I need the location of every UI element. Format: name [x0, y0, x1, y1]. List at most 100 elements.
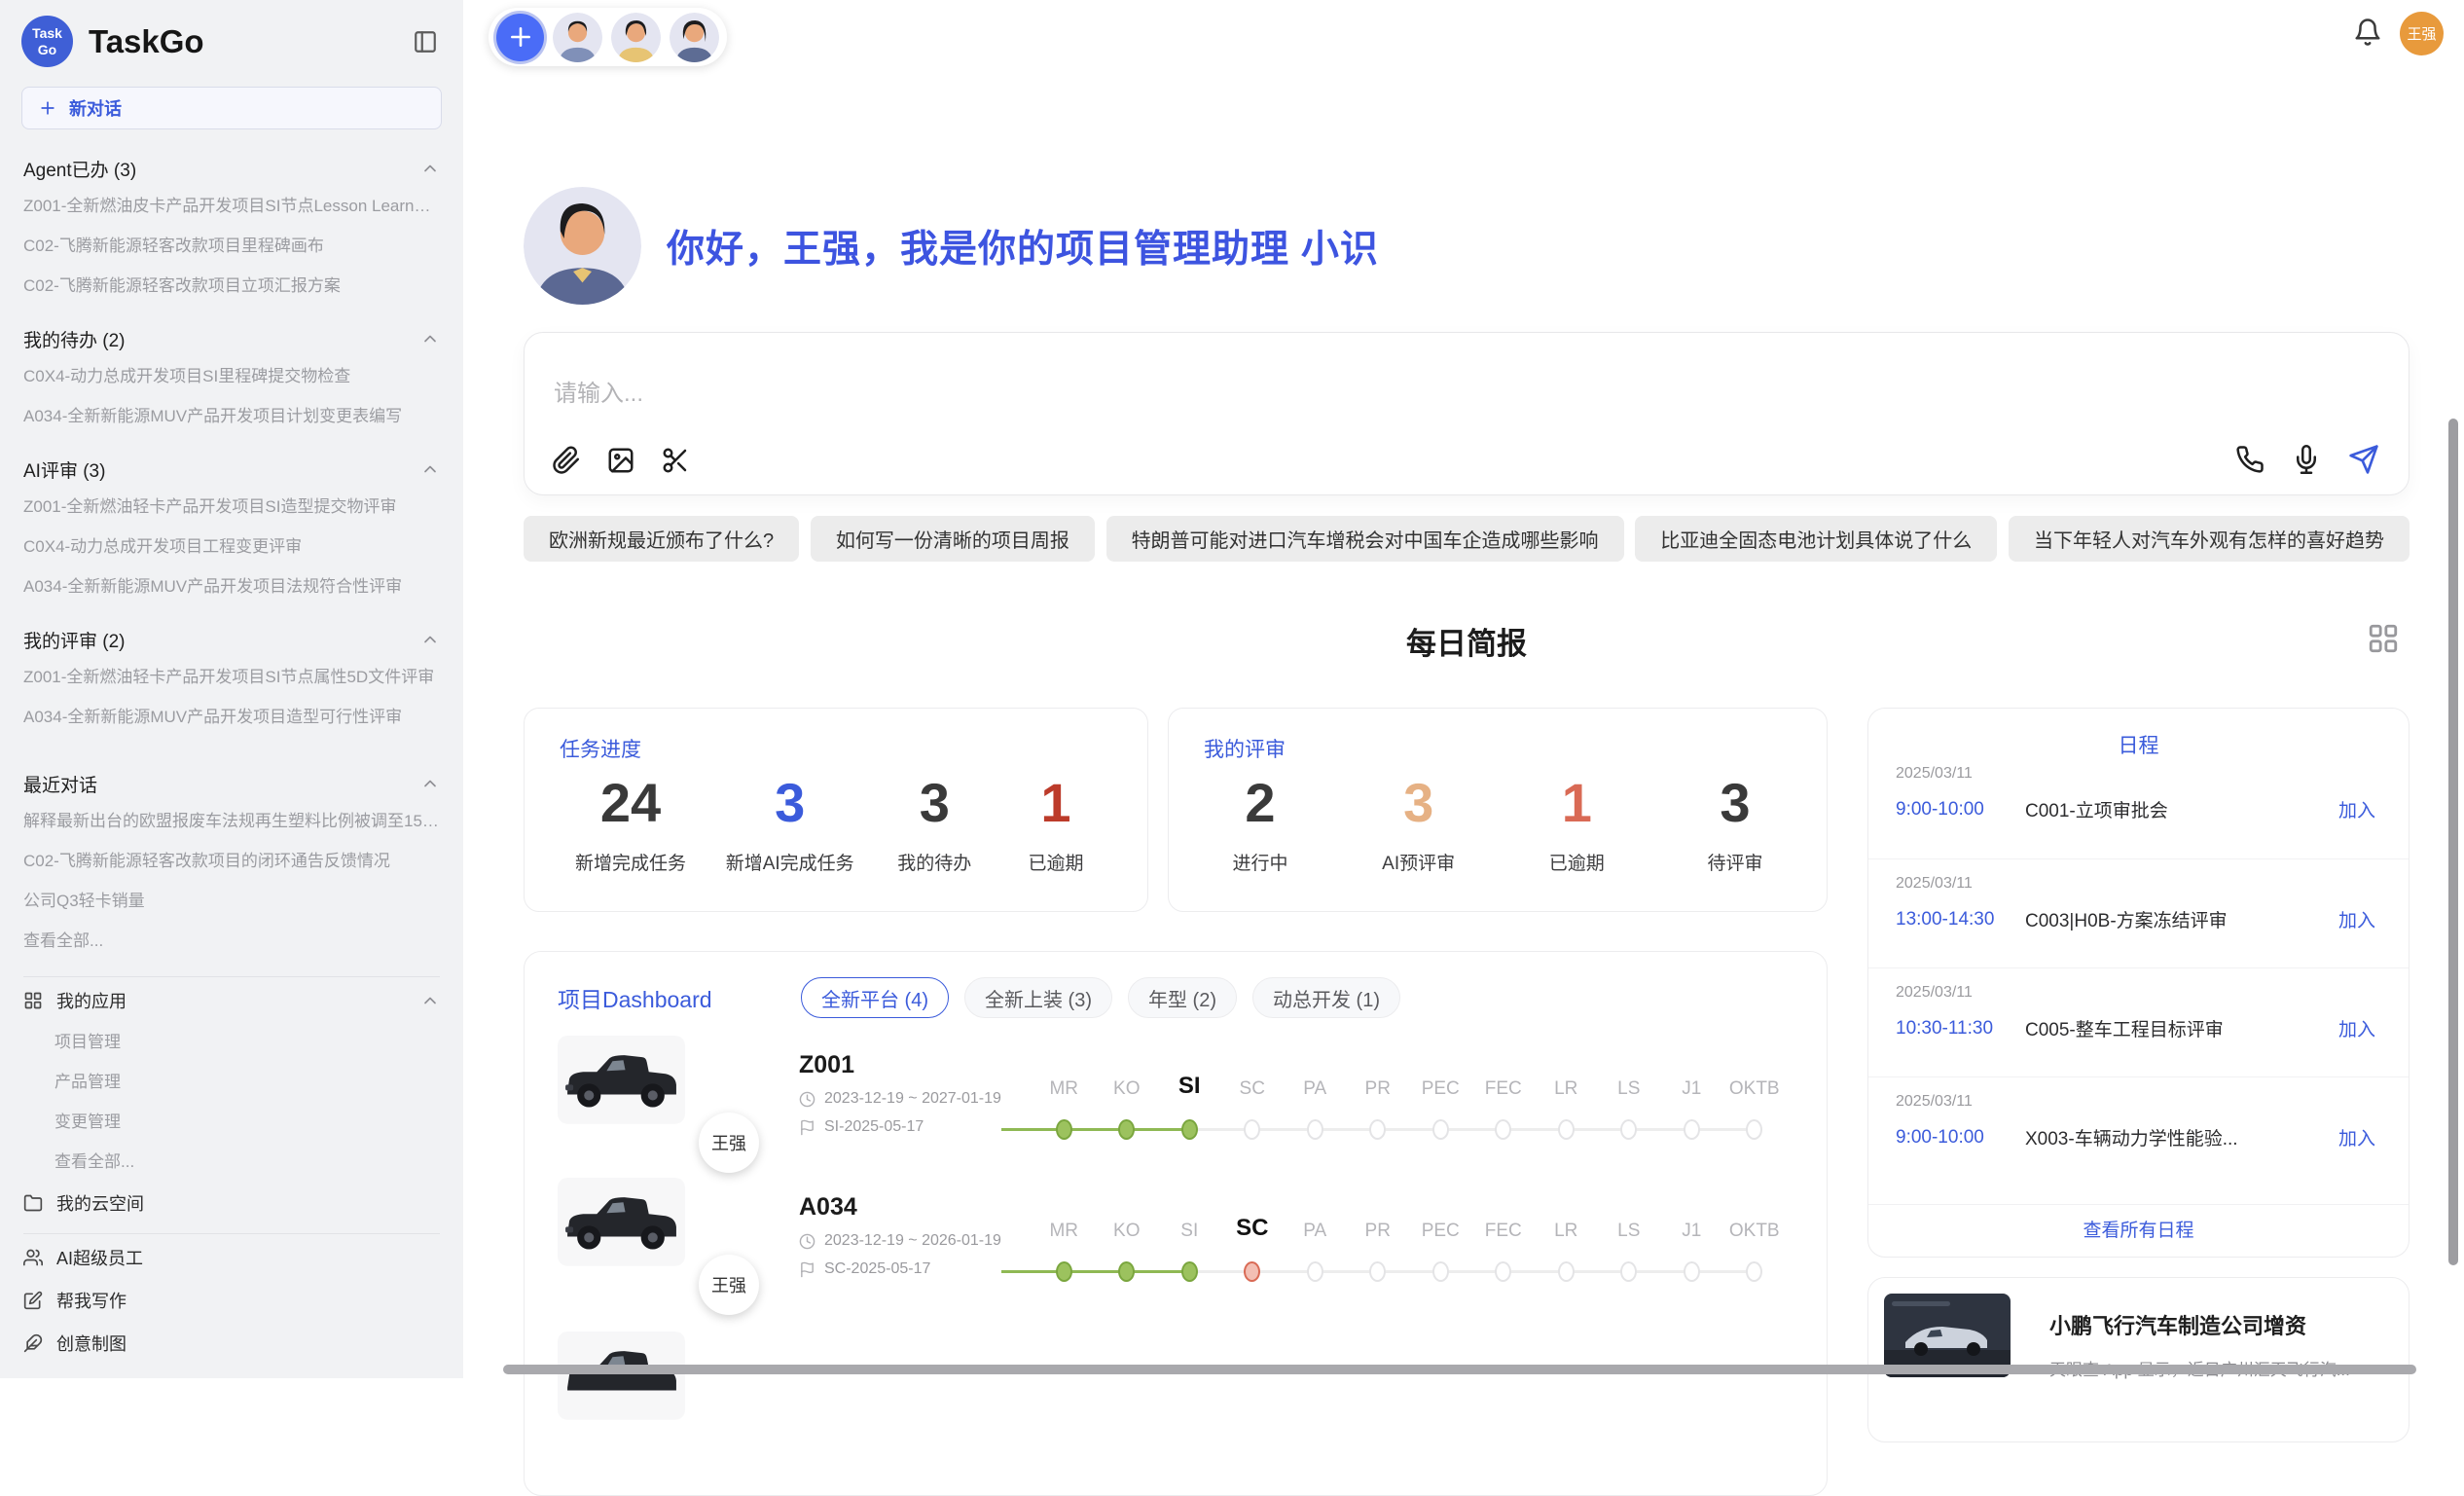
milestone-step[interactable]: PR	[1347, 1178, 1410, 1282]
join-link[interactable]: 加入	[2333, 905, 2381, 933]
sidebar-task-item[interactable]: Z001-全新燃油轻卡产品开发项目SI节点属性5D文件评审	[23, 657, 440, 697]
stat-column[interactable]: 3 新增AI完成任务	[726, 765, 854, 875]
milestone-step[interactable]: LR	[1535, 1036, 1598, 1140]
milestone-step[interactable]: MR	[1033, 1178, 1096, 1282]
session-avatar-1[interactable]	[553, 13, 602, 62]
stat-column[interactable]: 3 我的待办	[893, 765, 975, 875]
milestone-step[interactable]: PEC	[1409, 1178, 1472, 1282]
new-session-button[interactable]	[496, 14, 544, 61]
app-item[interactable]: 变更管理	[23, 1102, 440, 1142]
sidebar-task-item[interactable]: A034-全新新能源MUV产品开发项目法规符合性评审	[23, 566, 440, 606]
recent-chat-item[interactable]: 公司Q3轻卡销量	[23, 881, 440, 921]
milestone-step[interactable]: J1	[1660, 1036, 1723, 1140]
sidebar-task-item[interactable]: Z001-全新燃油轻卡产品开发项目SI造型提交物评审	[23, 487, 440, 527]
notifications-button[interactable]	[2347, 17, 2388, 48]
stat-column[interactable]: 1 已逾期	[1536, 765, 1617, 875]
milestone-step[interactable]: FEC	[1472, 1036, 1536, 1140]
suggestion-chip[interactable]: 当下年轻人对汽车外观有怎样的喜好趋势	[2009, 516, 2410, 562]
milestone-step[interactable]: PEC	[1409, 1036, 1472, 1140]
join-link[interactable]: 加入	[2333, 1123, 2381, 1151]
vertical-scrollbar[interactable]	[2448, 419, 2458, 1265]
snippet-button[interactable]	[661, 446, 690, 475]
app-item[interactable]: 产品管理	[23, 1062, 440, 1102]
project-row[interactable]: 王强 A034 2023-12-19 ~ 2026-01-19 SC-2025-…	[558, 1178, 1794, 1304]
milestone-step[interactable]: MR	[1033, 1036, 1096, 1140]
voice-call-button[interactable]	[2235, 445, 2265, 474]
milestone-step[interactable]: SI	[1158, 1178, 1221, 1282]
image-upload-button[interactable]	[606, 446, 635, 475]
milestone-step[interactable]: PR	[1347, 1036, 1410, 1140]
new-chat-button[interactable]: 新对话	[21, 87, 442, 129]
composer-input[interactable]	[552, 380, 1918, 409]
horizontal-scrollbar[interactable]	[503, 1365, 2416, 1374]
milestone-step[interactable]: SI	[1158, 1036, 1221, 1140]
join-link[interactable]: 加入	[2333, 795, 2381, 823]
recent-chat-item[interactable]: C02-飞腾新能源轻客改款项目的闭环通告反馈情况	[23, 841, 440, 881]
recent-chats-header[interactable]: 最近对话	[23, 766, 440, 801]
briefing-layout-button[interactable]	[2361, 621, 2406, 656]
attach-button[interactable]	[552, 446, 581, 475]
sidebar-task-item[interactable]: C0X4-动力总成开发项目工程变更评审	[23, 527, 440, 566]
user-avatar[interactable]: 王强	[2400, 12, 2444, 55]
milestone-step[interactable]: OKTB	[1723, 1178, 1787, 1282]
news-card[interactable]: 小鹏飞行汽车制造公司增资 天眼查 App 显示，近日广州汇天飞行汽...	[1867, 1277, 2410, 1442]
milestone-step[interactable]: SC	[1221, 1036, 1285, 1140]
mic-button[interactable]	[2292, 445, 2321, 474]
section-header[interactable]: Agent已办 (3)	[23, 151, 440, 186]
ai-super-staff-link[interactable]: AI超级员工	[23, 1236, 440, 1279]
milestone-step[interactable]: PA	[1284, 1036, 1347, 1140]
milestone-step[interactable]: LS	[1598, 1178, 1661, 1282]
app-item[interactable]: 项目管理	[23, 1022, 440, 1062]
section-header[interactable]: 我的评审 (2)	[23, 622, 440, 657]
dashboard-tab[interactable]: 全新上装 (3)	[964, 977, 1112, 1018]
dashboard-tab[interactable]: 年型 (2)	[1128, 977, 1237, 1018]
suggestion-chip[interactable]: 特朗普可能对进口汽车增税会对中国车企造成哪些影响	[1106, 516, 1624, 562]
view-all-schedule-link[interactable]: 查看所有日程	[1868, 1204, 2409, 1257]
suggestion-chip[interactable]: 如何写一份清晰的项目周报	[811, 516, 1095, 562]
recent-view-all-link[interactable]: 查看全部...	[23, 921, 440, 961]
project-owner-badge[interactable]: 王强	[699, 1255, 759, 1315]
section-header[interactable]: 我的待办 (2)	[23, 321, 440, 356]
sidebar-task-item[interactable]: C0X4-动力总成开发项目SI里程碑提交物检查	[23, 356, 440, 396]
milestone-step[interactable]: J1	[1660, 1178, 1723, 1282]
stat-label: 我的待办	[893, 849, 975, 875]
join-link[interactable]: 加入	[2333, 1014, 2381, 1042]
suggestion-chip[interactable]: 比亚迪全固态电池计划具体说了什么	[1635, 516, 1997, 562]
sidebar-task-item[interactable]: A034-全新新能源MUV产品开发项目造型可行性评审	[23, 697, 440, 737]
sidebar-task-item[interactable]: C02-飞腾新能源轻客改款项目立项汇报方案	[23, 266, 440, 306]
suggestion-chip[interactable]: 欧洲新规最近颁布了什么?	[524, 516, 799, 562]
milestone-step[interactable]: KO	[1096, 1178, 1159, 1282]
recent-chat-item[interactable]: 解释最新出台的欧盟报废车法规再生塑料比例被调至15%...	[23, 801, 440, 841]
send-button[interactable]	[2348, 444, 2379, 475]
help-me-write-link[interactable]: 帮我写作	[23, 1279, 440, 1322]
project-owner-badge[interactable]: 王强	[699, 1113, 759, 1173]
sidebar-task-item[interactable]: A034-全新新能源MUV产品开发项目计划变更表编写	[23, 396, 440, 436]
dashboard-tab[interactable]: 全新平台 (4)	[801, 977, 949, 1018]
stat-column[interactable]: 2 进行中	[1219, 765, 1301, 875]
creative-drawing-link[interactable]: 创意制图	[23, 1322, 440, 1365]
stat-column[interactable]: 3 AI预评审	[1378, 765, 1460, 875]
sidebar-header: Task Go TaskGo	[0, 0, 463, 67]
section-header[interactable]: AI评审 (3)	[23, 452, 440, 487]
sidebar-collapse-button[interactable]	[409, 25, 442, 58]
apps-view-all-link[interactable]: 查看全部...	[23, 1142, 440, 1182]
stat-column[interactable]: 3 待评审	[1694, 765, 1776, 875]
my-apps-header[interactable]: 我的应用	[23, 979, 440, 1022]
session-avatar-3[interactable]	[670, 13, 719, 62]
stat-column[interactable]: 24 新增完成任务	[575, 765, 686, 875]
milestone-step[interactable]: LS	[1598, 1036, 1661, 1140]
milestone-step[interactable]: LR	[1535, 1178, 1598, 1282]
session-avatar-2[interactable]	[611, 13, 661, 62]
plus-icon	[38, 98, 57, 118]
milestone-step[interactable]: KO	[1096, 1036, 1159, 1140]
milestone-step[interactable]: OKTB	[1723, 1036, 1787, 1140]
milestone-step[interactable]: PA	[1284, 1178, 1347, 1282]
sidebar-task-item[interactable]: C02-飞腾新能源轻客改款项目里程碑画布	[23, 226, 440, 266]
sidebar-task-item[interactable]: Z001-全新燃油皮卡产品开发项目SI节点Lesson Learn报告	[23, 186, 440, 226]
milestone-step[interactable]: FEC	[1472, 1178, 1536, 1282]
dashboard-tab[interactable]: 动总开发 (1)	[1252, 977, 1400, 1018]
project-row[interactable]: 王强 Z001 2023-12-19 ~ 2027-01-19 SI-2025-…	[558, 1036, 1794, 1162]
cloud-space-link[interactable]: 我的云空间	[23, 1182, 440, 1214]
stat-column[interactable]: 1 已逾期	[1015, 765, 1097, 875]
milestone-step[interactable]: SC	[1221, 1178, 1285, 1282]
